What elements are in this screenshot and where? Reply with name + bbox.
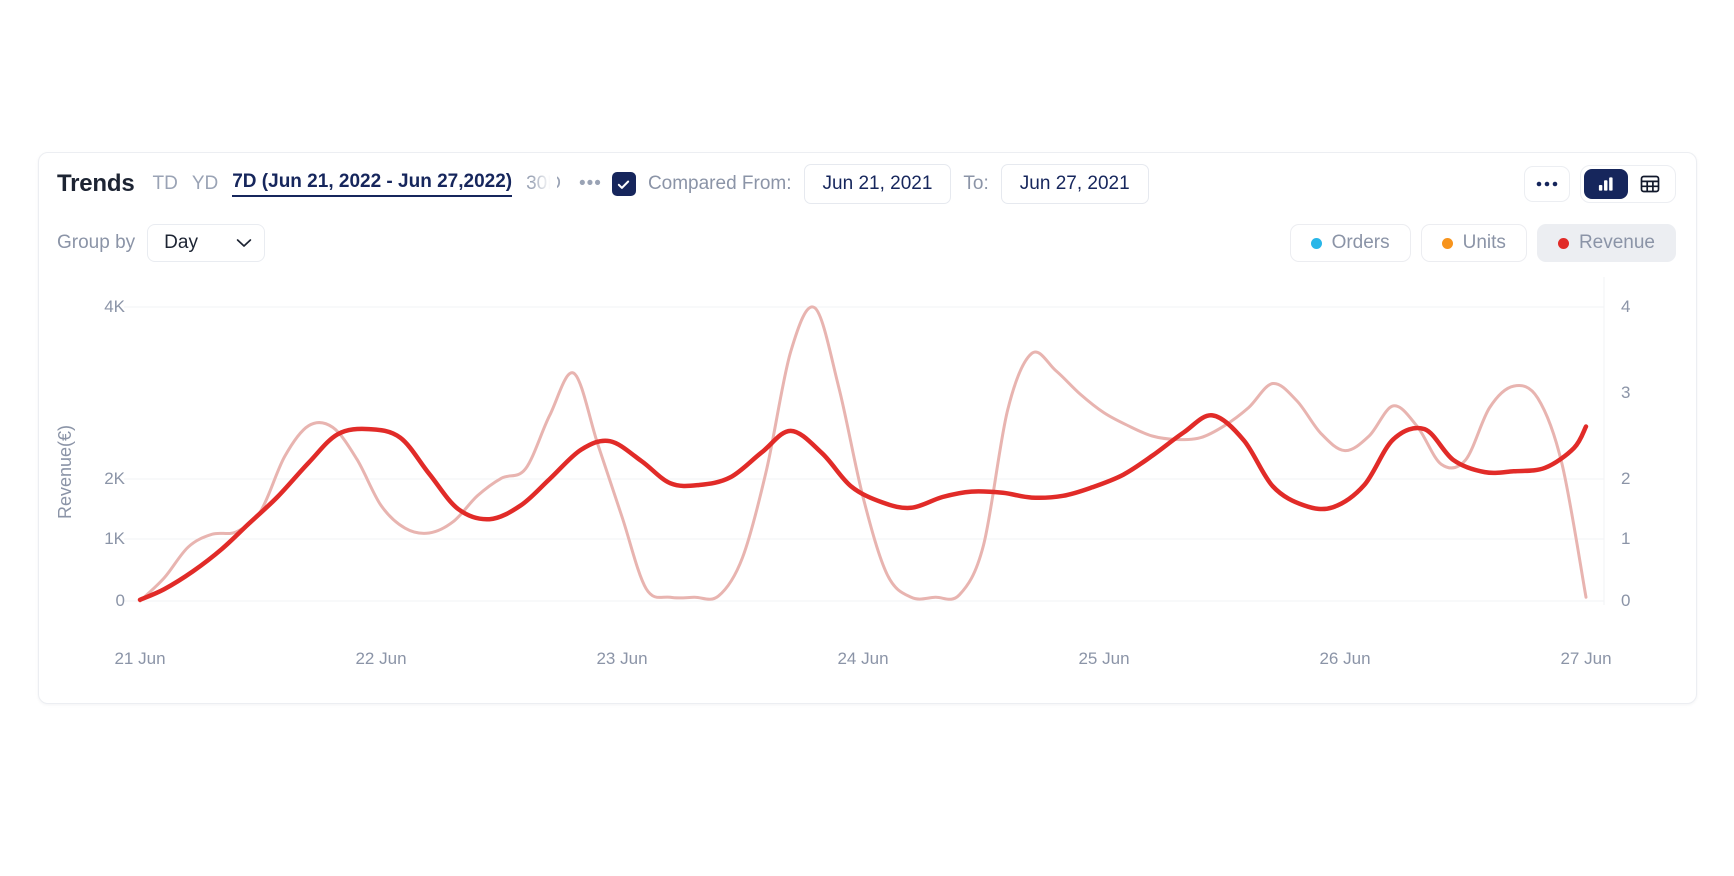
view-toggle-table-button[interactable]	[1628, 169, 1672, 199]
range-tab-td[interactable]: TD	[153, 173, 178, 196]
chevron-down-icon	[236, 239, 252, 247]
y-tick-left: 2K	[104, 469, 125, 488]
x-tick: 22 Jun	[355, 649, 407, 668]
chart-controls: Group by Day Orders Units Revenue	[39, 215, 1696, 271]
x-tick: 26 Jun	[1319, 649, 1371, 668]
x-tick: 24 Jun	[837, 649, 889, 668]
legend-chip-revenue[interactable]: Revenue	[1536, 224, 1676, 262]
group-by-select[interactable]: Day	[147, 224, 266, 262]
date-range-tabs: TD YD 7D (Jun 21, 2022 - Jun 27,2022) 30…	[153, 163, 575, 210]
legend-label-orders: Orders	[1331, 232, 1390, 253]
x-tick: 21 Jun	[114, 649, 166, 668]
series-line-revenue-compared	[138, 305, 1588, 603]
compare-to-date-input[interactable]: Jun 27, 2021	[1000, 164, 1149, 204]
x-tick: 27 Jun	[1560, 649, 1612, 668]
legend-label-units: Units	[1462, 232, 1506, 253]
check-icon	[618, 180, 630, 189]
view-toggle-group	[1580, 165, 1676, 203]
y-tick-right: 3	[1621, 383, 1631, 402]
group-by-label: Group by	[57, 232, 136, 253]
compare-from-date-input[interactable]: Jun 21, 2021	[803, 164, 952, 204]
compare-checkbox[interactable]	[611, 172, 636, 196]
range-tab-yd[interactable]: YD	[192, 173, 218, 196]
y-tick-right: 2	[1621, 469, 1631, 488]
range-tab-7d[interactable]: 7D (Jun 21, 2022 - Jun 27,2022)	[232, 171, 513, 197]
legend-label-revenue: Revenue	[1578, 232, 1655, 253]
legend-dot-revenue	[1557, 237, 1569, 249]
x-tick: 23 Jun	[596, 649, 648, 668]
metric-legend: Orders Units Revenue	[1289, 224, 1676, 262]
legend-chip-units[interactable]: Units	[1420, 224, 1527, 262]
compare-from-label: Compared From:	[647, 173, 792, 194]
series-line-revenue	[137, 413, 1589, 603]
x-tick: 25 Jun	[1078, 649, 1130, 668]
legend-dot-orders	[1310, 237, 1322, 249]
y-tick-right: 0	[1621, 591, 1631, 610]
trends-card: Trends TD YD 7D (Jun 21, 2022 - Jun 27,2…	[38, 152, 1697, 704]
more-options-button[interactable]	[1524, 166, 1570, 202]
ellipsis-icon	[1536, 181, 1558, 187]
group-by-value: Day	[164, 232, 198, 253]
table-grid-icon	[1640, 175, 1660, 193]
bar-chart-icon	[1598, 177, 1613, 191]
card-header: Trends TD YD 7D (Jun 21, 2022 - Jun 27,2…	[39, 153, 1696, 215]
y-tick-left: 4K	[104, 297, 125, 316]
compare-to-label: To:	[963, 173, 989, 194]
y-tick-left: 1K	[104, 529, 125, 548]
range-tab-30d[interactable]: 30D	[526, 173, 561, 196]
y-tick-left: 0	[115, 591, 125, 610]
legend-chip-orders[interactable]: Orders	[1289, 224, 1411, 262]
range-overflow-icon[interactable]: •••	[579, 174, 602, 194]
page-title: Trends	[57, 170, 135, 197]
legend-dot-units	[1441, 237, 1453, 249]
view-toggle-chart-button[interactable]	[1584, 169, 1628, 199]
trends-line-chart	[124, 277, 1605, 605]
y-tick-right: 1	[1621, 529, 1631, 548]
y-tick-right: 4	[1621, 297, 1631, 316]
chart-plot-area: Revenue(€) 0 1K 2K 4K 0 1 2 3 4 21 Jun 22 Jun 23 Ju…	[39, 271, 1696, 703]
